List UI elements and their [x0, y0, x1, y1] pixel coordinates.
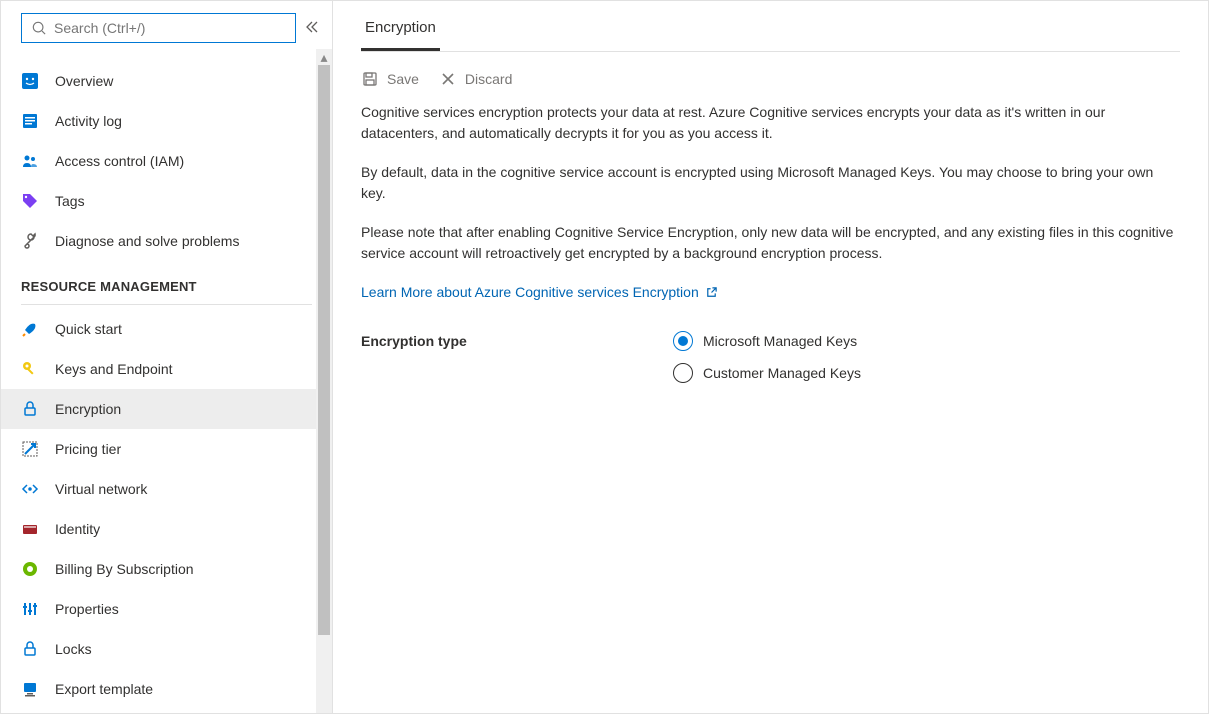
paragraph-intro: Cognitive services encryption protects y…	[361, 102, 1180, 144]
sidebar-item-label: Diagnose and solve problems	[55, 233, 239, 249]
collapse-sidebar-button[interactable]	[304, 19, 320, 38]
sidebar-item-keys-endpoint[interactable]: Keys and Endpoint	[1, 349, 332, 389]
discard-button[interactable]: Discard	[439, 70, 512, 88]
sidebar-item-label: Virtual network	[55, 481, 147, 497]
pricing-icon	[21, 440, 39, 458]
identity-icon	[21, 520, 39, 538]
discard-label: Discard	[465, 71, 512, 87]
sidebar-item-label: Locks	[55, 641, 92, 657]
sidebar-item-export-template[interactable]: Export template	[1, 669, 332, 709]
sidebar-item-label: Identity	[55, 521, 100, 537]
properties-icon	[21, 600, 39, 618]
radio-customer-managed[interactable]: Customer Managed Keys	[673, 363, 861, 383]
sidebar-item-access-control[interactable]: Access control (IAM)	[1, 141, 332, 181]
encryption-type-label: Encryption type	[361, 331, 673, 349]
sidebar-item-identity[interactable]: Identity	[1, 509, 332, 549]
search-input[interactable]	[54, 20, 285, 36]
sidebar-item-overview[interactable]: Overview	[1, 61, 332, 101]
encryption-type-group: Microsoft Managed Keys Customer Managed …	[673, 331, 861, 383]
scrollbar[interactable]: ▴	[316, 49, 332, 713]
save-label: Save	[387, 71, 419, 87]
people-icon	[21, 152, 39, 170]
sidebar-item-label: Export template	[55, 681, 153, 697]
sidebar-item-encryption[interactable]: Encryption	[1, 389, 332, 429]
section-divider	[21, 304, 312, 305]
search-icon	[32, 21, 46, 35]
overview-icon	[21, 72, 39, 90]
content: Cognitive services encryption protects y…	[361, 102, 1180, 383]
encryption-type-row: Encryption type Microsoft Managed Keys C…	[361, 331, 1180, 383]
sidebar-item-locks[interactable]: Locks	[1, 629, 332, 669]
tags-icon	[21, 192, 39, 210]
save-button[interactable]: Save	[361, 70, 419, 88]
tabs: Encryption	[361, 7, 1180, 52]
sidebar: Overview Activity log Access control (IA…	[1, 1, 333, 713]
sidebar-item-properties[interactable]: Properties	[1, 589, 332, 629]
link-text: Learn More about Azure Cognitive service…	[361, 282, 699, 303]
toolbar: Save Discard	[361, 52, 1180, 102]
sidebar-item-billing[interactable]: Billing By Subscription	[1, 549, 332, 589]
nav-scroll: Overview Activity log Access control (IA…	[1, 51, 332, 713]
radio-label: Microsoft Managed Keys	[703, 333, 857, 349]
sidebar-item-label: Quick start	[55, 321, 122, 337]
radio-button-unchecked-icon	[673, 363, 693, 383]
sidebar-item-pricing-tier[interactable]: Pricing tier	[1, 429, 332, 469]
padlock-icon	[21, 640, 39, 658]
main-pane: Encryption Save Discard Cognitive servic…	[333, 1, 1208, 713]
sidebar-item-label: Pricing tier	[55, 441, 121, 457]
paragraph-note: Please note that after enabling Cognitiv…	[361, 222, 1180, 264]
radio-microsoft-managed[interactable]: Microsoft Managed Keys	[673, 331, 861, 351]
sidebar-item-label: Properties	[55, 601, 119, 617]
radio-label: Customer Managed Keys	[703, 365, 861, 381]
scrollbar-up-arrow[interactable]: ▴	[316, 49, 332, 65]
search-box[interactable]	[21, 13, 296, 43]
activity-log-icon	[21, 112, 39, 130]
sidebar-item-tags[interactable]: Tags	[1, 181, 332, 221]
discard-icon	[439, 70, 457, 88]
sidebar-item-quick-start[interactable]: Quick start	[1, 309, 332, 349]
sidebar-item-label: Billing By Subscription	[55, 561, 194, 577]
network-icon	[21, 480, 39, 498]
lock-icon	[21, 400, 39, 418]
sidebar-item-activity-log[interactable]: Activity log	[1, 101, 332, 141]
sidebar-item-label: Tags	[55, 193, 85, 209]
sidebar-item-virtual-network[interactable]: Virtual network	[1, 469, 332, 509]
export-icon	[21, 680, 39, 698]
sidebar-item-label: Activity log	[55, 113, 122, 129]
sidebar-item-label: Encryption	[55, 401, 121, 417]
chevron-double-left-icon	[304, 19, 320, 35]
rocket-icon	[21, 320, 39, 338]
billing-icon	[21, 560, 39, 578]
external-link-icon	[705, 286, 718, 299]
key-icon	[21, 360, 39, 378]
sidebar-item-label: Overview	[55, 73, 113, 89]
save-icon	[361, 70, 379, 88]
sidebar-item-diagnose[interactable]: Diagnose and solve problems	[1, 221, 332, 261]
sidebar-item-label: Access control (IAM)	[55, 153, 184, 169]
search-row	[1, 1, 332, 51]
wrench-icon	[21, 232, 39, 250]
tab-encryption[interactable]: Encryption	[361, 7, 440, 51]
section-header-resource-management: RESOURCE MANAGEMENT	[1, 261, 332, 300]
radio-button-checked-icon	[673, 331, 693, 351]
learn-more-link[interactable]: Learn More about Azure Cognitive service…	[361, 282, 718, 303]
scrollbar-thumb[interactable]	[318, 65, 330, 635]
paragraph-default: By default, data in the cognitive servic…	[361, 162, 1180, 204]
sidebar-item-label: Keys and Endpoint	[55, 361, 173, 377]
